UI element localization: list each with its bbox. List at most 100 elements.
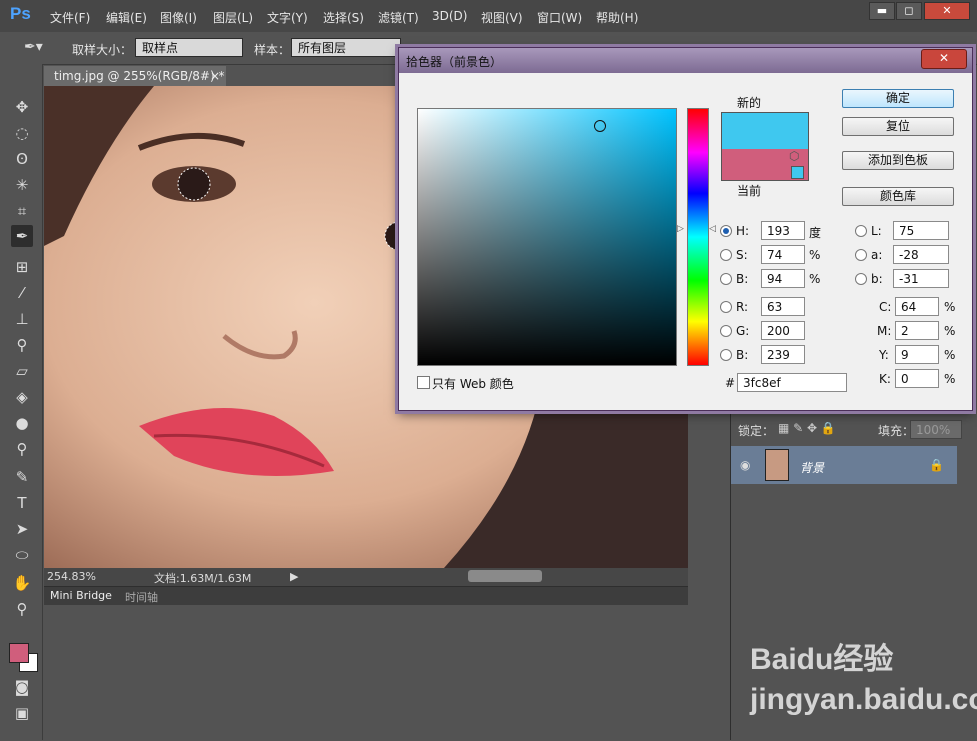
status-menu-arrow-icon[interactable]: ▶ (290, 570, 298, 583)
saturation-brightness-field[interactable] (417, 108, 677, 366)
lock-icons[interactable]: ▦ ✎ ✥ 🔒 (778, 421, 836, 435)
cyan-input[interactable]: 64 (895, 297, 939, 316)
fill-input[interactable]: 100% (910, 420, 962, 439)
dialog-close-button[interactable]: ✕ (921, 49, 967, 69)
hex-input[interactable]: 3fc8ef (737, 373, 847, 392)
paint-bucket-tool-icon[interactable]: ◈ (11, 386, 33, 408)
healing-brush-tool-icon[interactable]: ⊞ (11, 256, 33, 278)
red-radio[interactable] (720, 301, 732, 313)
hue-slider-left-arrow-icon[interactable]: ▷ (677, 224, 684, 234)
green-input[interactable]: 200 (761, 321, 805, 340)
saturation-radio[interactable] (720, 249, 732, 261)
watermark-text: Baidu经验 jingyan.baidu.com (750, 643, 977, 716)
menu-bar: Ps 文件(F) 编辑(E) 图像(I) 图层(L) 文字(Y) 选择(S) 滤… (0, 0, 977, 32)
dodge-tool-icon[interactable]: ⚲ (11, 438, 33, 460)
eraser-tool-icon[interactable]: ▱ (11, 360, 33, 382)
document-tab-close-icon[interactable]: × (210, 66, 220, 86)
shape-tool-icon[interactable]: ⬭ (11, 544, 33, 566)
type-tool-icon[interactable]: T (11, 492, 33, 514)
move-tool-icon[interactable]: ✥ (11, 96, 33, 118)
eyedropper-preset-icon[interactable]: ✒▾ (24, 39, 46, 57)
menu-help[interactable]: 帮助(H) (596, 9, 638, 26)
tab-mini-bridge[interactable]: Mini Bridge (50, 589, 112, 602)
layer-thumbnail (765, 449, 789, 481)
hue-slider[interactable] (687, 108, 709, 366)
hue-input[interactable]: 193 (761, 221, 805, 240)
quick-mask-icon[interactable]: ◙ (11, 676, 33, 698)
lab-b-label: b: (871, 272, 883, 286)
lasso-tool-icon[interactable]: ʘ (11, 148, 33, 170)
zoom-tool-icon[interactable]: ⚲ (11, 598, 33, 620)
black-unit: % (944, 372, 956, 386)
history-brush-tool-icon[interactable]: ⚲ (11, 334, 33, 356)
hue-slider-right-arrow-icon[interactable]: ◁ (709, 224, 716, 234)
brush-tool-icon[interactable]: ⁄ (11, 282, 33, 304)
reset-button[interactable]: 复位 (842, 117, 954, 136)
lab-l-radio[interactable] (855, 225, 867, 237)
path-selection-tool-icon[interactable]: ➤ (11, 518, 33, 540)
crop-tool-icon[interactable]: ⌗ (11, 200, 33, 222)
clone-stamp-tool-icon[interactable]: ⊥ (11, 308, 33, 330)
eyedropper-tool-icon[interactable]: ✒ (11, 225, 33, 247)
yellow-input[interactable]: 9 (895, 345, 939, 364)
menu-layer[interactable]: 图层(L) (213, 9, 253, 26)
layer-name[interactable]: 背景 (800, 459, 824, 476)
out-of-gamut-cube-icon[interactable]: ⬡ (789, 149, 799, 163)
menu-image[interactable]: 图像(I) (160, 9, 197, 26)
color-field-cursor[interactable] (594, 120, 606, 132)
tab-timeline[interactable]: 时间轴 (125, 589, 158, 605)
menu-select[interactable]: 选择(S) (323, 9, 364, 26)
layer-visibility-eye-icon[interactable]: ◉ (740, 458, 750, 472)
magenta-input[interactable]: 2 (895, 321, 939, 340)
blue-radio[interactable] (720, 349, 732, 361)
pen-tool-icon[interactable]: ✎ (11, 466, 33, 488)
new-color-swatch (721, 112, 809, 150)
lab-a-input[interactable]: -28 (893, 245, 949, 264)
screen-mode-icon[interactable]: ▣ (11, 702, 33, 724)
document-tab-label: timg.jpg @ 255%(RGB/8#) * (54, 69, 225, 83)
color-libraries-button[interactable]: 颜色库 (842, 187, 954, 206)
hue-label: H: (736, 224, 750, 238)
web-colors-only-checkbox[interactable] (417, 376, 430, 389)
blur-tool-icon[interactable]: ● (11, 412, 33, 434)
saturation-input[interactable]: 74 (761, 245, 805, 264)
green-radio[interactable] (720, 325, 732, 337)
blue-input[interactable]: 239 (761, 345, 805, 364)
magic-wand-tool-icon[interactable]: ✳ (11, 174, 33, 196)
lab-b-radio[interactable] (855, 273, 867, 285)
menu-edit[interactable]: 编辑(E) (106, 9, 147, 26)
hue-radio[interactable] (720, 225, 732, 237)
ok-button[interactable]: 确定 (842, 89, 954, 108)
sample-size-select[interactable]: 取样点 (135, 38, 243, 57)
lab-b-input[interactable]: -31 (893, 269, 949, 288)
horizontal-scrollbar-thumb[interactable] (468, 570, 542, 582)
sample-size-label: 取样大小： (72, 43, 133, 57)
sample-select[interactable]: 所有图层 (291, 38, 401, 57)
menu-view[interactable]: 视图(V) (481, 9, 523, 26)
zoom-level[interactable]: 254.83% (47, 570, 96, 583)
marquee-tool-icon[interactable]: ◌ (11, 122, 33, 144)
tools-panel: ✥ ◌ ʘ ✳ ⌗ ✒ ⊞ ⁄ ⊥ ⚲ ▱ ◈ ● ⚲ ✎ T ➤ ⬭ ✋ ⚲ … (0, 64, 43, 740)
cyan-unit: % (944, 300, 956, 314)
maximize-button[interactable]: ◻ (896, 2, 922, 20)
brightness-input[interactable]: 94 (761, 269, 805, 288)
menu-type[interactable]: 文字(Y) (267, 9, 308, 26)
menu-file[interactable]: 文件(F) (50, 9, 90, 26)
minimize-button[interactable]: ▬ (869, 2, 895, 20)
menu-window[interactable]: 窗口(W) (537, 9, 582, 26)
menu-3d[interactable]: 3D(D) (432, 9, 467, 23)
foreground-color-swatch[interactable] (9, 643, 29, 663)
add-to-swatches-button[interactable]: 添加到色板 (842, 151, 954, 170)
lab-l-input[interactable]: 75 (893, 221, 949, 240)
menu-filter[interactable]: 滤镜(T) (378, 9, 419, 26)
fill-label: 填充： (878, 424, 915, 438)
hand-tool-icon[interactable]: ✋ (11, 572, 33, 594)
web-safe-color-swatch[interactable] (791, 166, 804, 179)
black-input[interactable]: 0 (895, 369, 939, 388)
red-input[interactable]: 63 (761, 297, 805, 316)
layer-lock-icon: 🔒 (929, 458, 944, 472)
lab-a-radio[interactable] (855, 249, 867, 261)
window-close-button[interactable]: ✕ (924, 2, 970, 20)
brightness-radio[interactable] (720, 273, 732, 285)
document-tab[interactable]: timg.jpg @ 255%(RGB/8#) * × (44, 66, 226, 86)
